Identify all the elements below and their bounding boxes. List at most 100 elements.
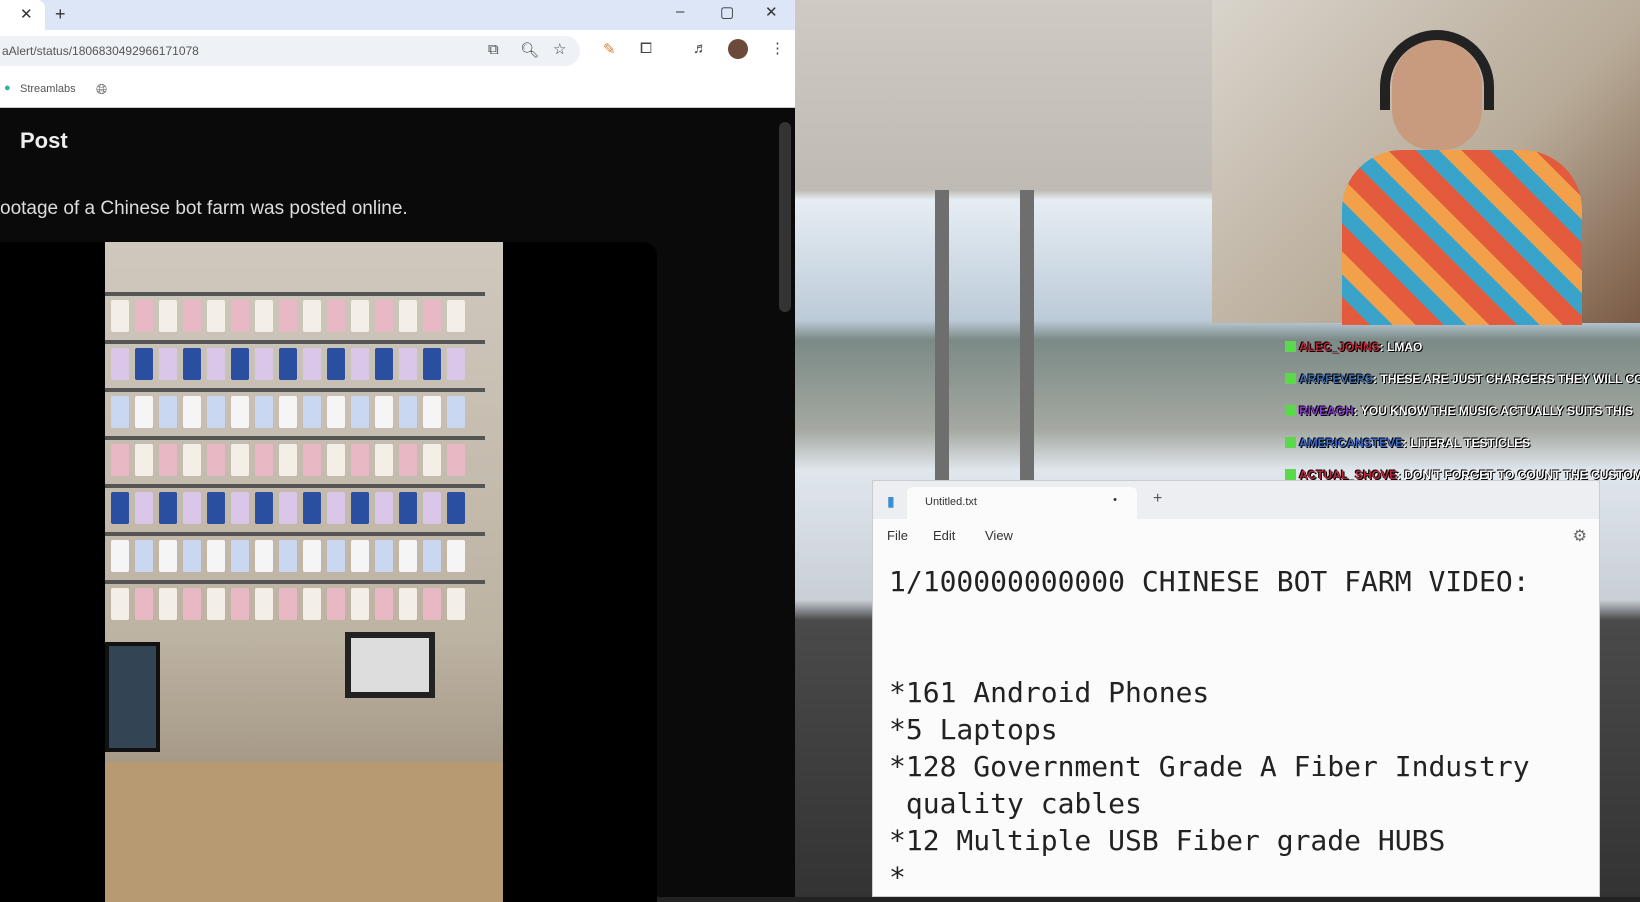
phone [351,444,369,476]
shirt [1342,150,1582,325]
phone [255,492,273,524]
phone [183,396,201,428]
phone [423,396,441,428]
phone [111,540,129,572]
phone [255,588,273,620]
settings-gear-icon[interactable]: ⚙ [1573,526,1587,546]
chat-text: YOU KNOW THE MUSIC ACTUALLY SUITS THIS [1360,404,1634,418]
phone [207,588,225,620]
phone [159,492,177,524]
phone [231,588,249,620]
address-row: aAlert/status/1806830492966171078 ⧉ 🔍︎ ☆… [0,30,795,72]
phone [183,492,201,524]
phone [159,540,177,572]
extension-icon[interactable]: ✎ [603,40,616,58]
phone [111,444,129,476]
phone [111,300,129,332]
phone [447,348,465,380]
phone [279,588,297,620]
profile-avatar[interactable] [728,39,748,59]
maximize-icon[interactable]: ▢ [720,3,734,21]
bookmark-star-icon[interactable]: ☆ [553,40,566,58]
phone [183,348,201,380]
phone [303,588,321,620]
window-frame [935,190,949,480]
phone [375,540,393,572]
phone [279,300,297,332]
chat-username: ALEC_JOHNS [1299,340,1380,354]
notepad-tab[interactable]: Untitled.txt • [907,487,1137,519]
chat-message: RIVEAGH: YOU KNOW THE MUSIC ACTUALLY SUI… [1285,404,1640,436]
phone [351,540,369,572]
chat-text: LITERAL TESTICLES [1410,436,1531,450]
menu-file[interactable]: File [887,528,908,543]
phone [279,444,297,476]
scrollbar[interactable] [779,122,791,312]
minimize-icon[interactable]: – [676,3,684,20]
phone [375,396,393,428]
phone [327,588,345,620]
unsaved-dot-icon[interactable]: • [1113,494,1117,506]
chat-text: THESE ARE JUST CHARGERS THEY WILL CO [1380,372,1640,386]
close-window-icon[interactable]: ✕ [765,3,778,21]
phone [303,300,321,332]
phone [159,444,177,476]
tab-bar: ✕ + – ▢ ✕ [0,0,795,30]
close-tab-icon[interactable]: ✕ [20,5,33,23]
menu-view[interactable]: View [985,528,1013,543]
notepad-text-area[interactable]: 1/100000000000 CHINESE BOT FARM VIDEO: *… [873,553,1599,896]
zoom-icon[interactable]: 🔍︎ [520,41,539,59]
phone [327,492,345,524]
phone [303,348,321,380]
phone [399,540,417,572]
bookmark-streamlabs[interactable]: Streamlabs [20,83,76,95]
phone [111,396,129,428]
phone [207,540,225,572]
phone [111,348,129,380]
phone [303,492,321,524]
phone [135,540,153,572]
phone [135,588,153,620]
sub-badge-icon [1285,405,1296,416]
url-text: aAlert/status/1806830492966171078 [2,44,199,58]
phone [327,444,345,476]
globe-icon[interactable]: 🌐︎ [96,81,107,98]
phone [207,348,225,380]
phone [351,588,369,620]
desk [105,762,503,902]
phone [327,300,345,332]
phone [111,588,129,620]
phone [399,300,417,332]
new-tab-icon[interactable]: + [55,4,66,25]
menu-edit[interactable]: Edit [933,528,955,543]
streamlabs-icon: ● [4,82,11,94]
new-tab-icon[interactable]: + [1153,490,1162,508]
phone [375,492,393,524]
phone [135,444,153,476]
phone [327,348,345,380]
sub-badge-icon [1285,437,1296,448]
phone [183,540,201,572]
menu-kebab-icon[interactable]: ⋮ [770,39,785,57]
phone [231,300,249,332]
phone [255,540,273,572]
extensions-puzzle-icon[interactable]: ⧠ [640,40,652,57]
tweet-video[interactable] [0,242,657,902]
stream-chat: ALEC_JOHNS: LMAO ARRFEVERS: THESE ARE JU… [1285,340,1640,500]
browser-tab[interactable]: ✕ [0,0,45,30]
phone [327,396,345,428]
page-title: Post [20,128,68,153]
tweet-text: ootage of a Chinese bot farm was posted … [0,198,408,219]
chat-message: ALEC_JOHNS: LMAO [1285,340,1640,372]
phone [399,588,417,620]
post-page: Post ootage of a Chinese bot farm was po… [0,108,795,902]
phone [159,300,177,332]
chat-message: AMERICANSTEVE: LITERAL TESTICLES [1285,436,1640,468]
window-frame [1020,190,1034,480]
install-app-icon[interactable]: ⧉ [488,41,499,58]
browser-window: ✕ + – ▢ ✕ aAlert/status/1806830492966171… [0,0,795,902]
phone [399,396,417,428]
phone [423,540,441,572]
media-icon[interactable]: ♬ [693,40,708,57]
phone [255,444,273,476]
